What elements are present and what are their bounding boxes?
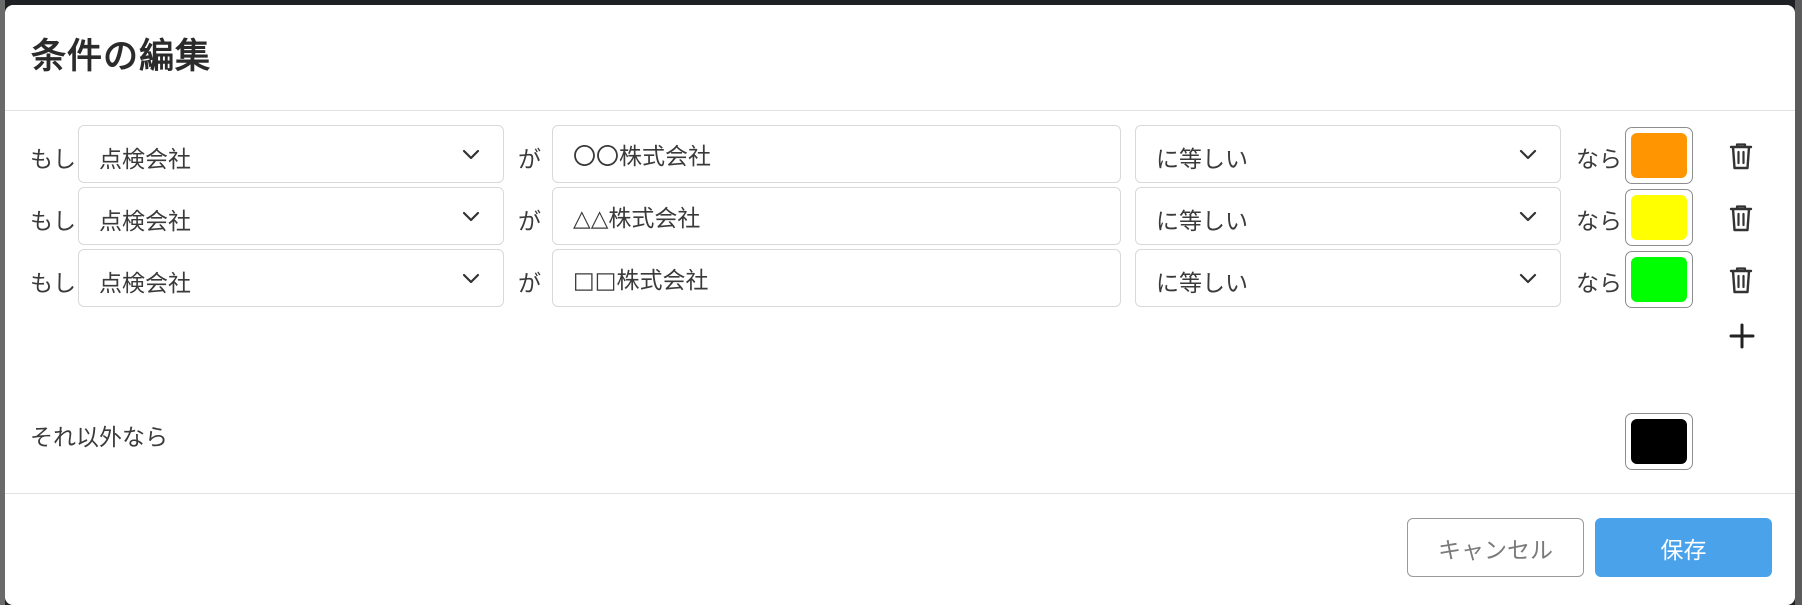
if-label: もし bbox=[30, 147, 76, 173]
value-input[interactable] bbox=[552, 249, 1121, 307]
then-label: なら bbox=[1576, 147, 1622, 173]
field-select-value: 点検会社 bbox=[99, 271, 191, 297]
color-swatch bbox=[1631, 195, 1687, 240]
save-button[interactable]: 保存 bbox=[1595, 518, 1772, 577]
chevron-down-icon bbox=[462, 211, 480, 222]
color-picker[interactable] bbox=[1625, 127, 1693, 184]
operator-select-value: に等しい bbox=[1156, 271, 1248, 297]
dialog-body: もし 点検会社 が に等しい なら もし bbox=[5, 111, 1795, 494]
value-input[interactable] bbox=[552, 125, 1121, 183]
field-select-value: 点検会社 bbox=[99, 147, 191, 173]
if-label: もし bbox=[30, 271, 76, 297]
trash-icon[interactable] bbox=[1728, 141, 1754, 171]
then-label: なら bbox=[1576, 209, 1622, 235]
dialog-title: 条件の編集 bbox=[31, 37, 212, 77]
field-select[interactable]: 点検会社 bbox=[78, 249, 504, 307]
else-color-picker[interactable] bbox=[1625, 413, 1693, 470]
operator-select-value: に等しい bbox=[1156, 209, 1248, 235]
condition-row: もし 点検会社 が に等しい なら bbox=[5, 249, 1795, 309]
else-label: それ以外なら bbox=[30, 425, 168, 451]
ga-label: が bbox=[518, 209, 541, 235]
condition-row: もし 点検会社 が に等しい なら bbox=[5, 125, 1795, 185]
if-label: もし bbox=[30, 209, 76, 235]
value-input[interactable] bbox=[552, 187, 1121, 245]
edit-condition-dialog: 条件の編集 もし 点検会社 が に等しい なら bbox=[5, 5, 1795, 605]
field-select[interactable]: 点検会社 bbox=[78, 187, 504, 245]
operator-select[interactable]: に等しい bbox=[1135, 249, 1561, 307]
then-label: なら bbox=[1576, 271, 1622, 297]
scrollbar[interactable] bbox=[1795, 0, 1802, 605]
chevron-down-icon bbox=[1519, 211, 1537, 222]
color-picker[interactable] bbox=[1625, 251, 1693, 308]
ga-label: が bbox=[518, 147, 541, 173]
dialog-header: 条件の編集 bbox=[5, 5, 1795, 111]
color-picker[interactable] bbox=[1625, 189, 1693, 246]
color-swatch bbox=[1631, 257, 1687, 302]
operator-select[interactable]: に等しい bbox=[1135, 187, 1561, 245]
field-select[interactable]: 点検会社 bbox=[78, 125, 504, 183]
operator-select[interactable]: に等しい bbox=[1135, 125, 1561, 183]
field-select-value: 点検会社 bbox=[99, 209, 191, 235]
cancel-button[interactable]: キャンセル bbox=[1407, 518, 1584, 577]
chevron-down-icon bbox=[1519, 273, 1537, 284]
trash-icon[interactable] bbox=[1728, 265, 1754, 295]
ga-label: が bbox=[518, 271, 541, 297]
color-swatch bbox=[1631, 419, 1687, 464]
dialog-footer: キャンセル 保存 bbox=[5, 494, 1795, 604]
condition-row: もし 点検会社 が に等しい なら bbox=[5, 187, 1795, 247]
trash-icon[interactable] bbox=[1728, 203, 1754, 233]
color-swatch bbox=[1631, 133, 1687, 178]
chevron-down-icon bbox=[1519, 149, 1537, 160]
operator-select-value: に等しい bbox=[1156, 147, 1248, 173]
chevron-down-icon bbox=[462, 149, 480, 160]
chevron-down-icon bbox=[462, 273, 480, 284]
plus-icon[interactable] bbox=[1727, 321, 1757, 351]
